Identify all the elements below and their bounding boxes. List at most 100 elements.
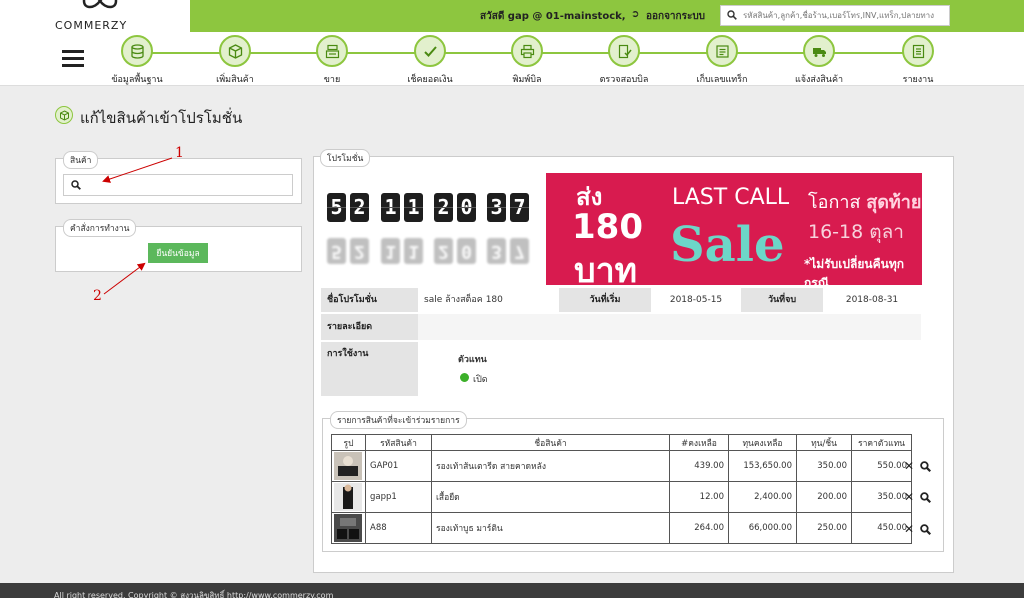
product-search-field[interactable] (63, 174, 293, 196)
countdown-digit: 3 (487, 193, 506, 222)
promo-end-label: วันที่จบ (741, 288, 823, 312)
countdown-digit: 2 (434, 193, 453, 222)
product-thumbnail (331, 450, 366, 482)
confirm-button[interactable]: ยืนยันข้อมูล (148, 243, 208, 263)
promotion-panel-legend: โปรโมชั่น (320, 149, 371, 167)
cell-name: รองเท้าส้นเตารีด สายคาดหลัง (431, 450, 670, 482)
countdown-digit-reflection: 1 (381, 238, 400, 264)
cell-rep-price: 550.00 (851, 450, 912, 482)
banner-text: โอกาส สุดท้าย (808, 192, 922, 213)
nav-item-shipping[interactable]: แจ้งส่งสินค้า (779, 32, 859, 86)
global-search-box[interactable] (720, 5, 950, 26)
greeting-text: สวัสดี gap @ 01-mainstock, (480, 11, 626, 22)
countdown-digit: 1 (404, 193, 423, 222)
cell-rep-price: 450.00 (851, 512, 912, 544)
logo-text[interactable]: COMMERZY (55, 19, 127, 32)
promo-detail-value (418, 314, 921, 340)
cell-remain: 439.00 (669, 450, 729, 482)
cell-cost-remain: 153,650.00 (728, 450, 797, 482)
nav-item-verify-bill[interactable]: ตรวจสอบบิล (584, 32, 664, 86)
countdown-digit-reflection: 2 (434, 238, 453, 264)
hamburger-menu-icon[interactable] (62, 50, 84, 67)
nav-item-sell[interactable]: ขาย (292, 32, 372, 86)
promo-start-label: วันที่เริ่ม (559, 288, 651, 312)
status-value: เปิด (473, 375, 488, 385)
countdown-digit-reflection: 7 (510, 238, 529, 264)
remove-icon[interactable]: ✕ (904, 522, 914, 536)
nav-label: เก็บเลขแทร็ก (696, 75, 748, 85)
cell-cost-unit: 350.00 (796, 450, 852, 482)
promo-name-value: sale ล้างสต็อค 180 (418, 288, 559, 312)
countdown-digit-reflection: 0 (457, 238, 476, 264)
table-header-row: รูป รหัสสินค้า ชื่อสินค้า #คงเหลือ ทุนคง… (331, 434, 912, 451)
rep-label: ตัวแทน (458, 355, 487, 365)
promo-end-value: 2018-08-31 (823, 288, 921, 312)
cash-register-icon (316, 35, 348, 67)
col-cost-remain: ทุนคงเหลือ (728, 434, 797, 451)
cell-code: GAP01 (365, 450, 432, 482)
promo-name-label: ชื่อโปรโมชั่น (321, 288, 418, 312)
status-dot-icon (460, 373, 469, 382)
cell-name: รองเท้าบูธ มาร์ติน (431, 512, 670, 544)
cell-cost-remain: 66,000.00 (728, 512, 797, 544)
countdown-digit: 2 (350, 193, 369, 222)
product-panel-legend: สินค้า (63, 151, 99, 169)
banner-text: LAST CALL (672, 185, 790, 210)
col-image: รูป (331, 434, 366, 451)
nav-label: ข้อมูลพื้นฐาน (111, 75, 163, 85)
nav-item-report[interactable]: รายงาน (878, 32, 958, 86)
cell-rep-price: 350.00 (851, 481, 912, 513)
page-title: แก้ไขสินค้าเข้าโปรโมชั่น (80, 109, 243, 127)
infinity-logo-icon[interactable] (78, 0, 122, 10)
nav-label: รายงาน (902, 75, 934, 85)
search-icon[interactable] (920, 492, 931, 503)
cell-cost-remain: 2,400.00 (728, 481, 797, 513)
col-remain: #คงเหลือ (669, 434, 729, 451)
col-name: ชื่อสินค้า (431, 434, 670, 451)
global-search-input[interactable] (743, 8, 947, 23)
report-icon (902, 35, 934, 67)
banner-text: 180 (572, 207, 643, 247)
promo-items-legend: รายการสินค้าที่จะเข้าร่วมรายการ (330, 411, 467, 429)
countdown-digit-reflection: 2 (350, 238, 369, 264)
nav-label: เพิ่มสินค้า (216, 75, 254, 85)
remove-icon[interactable]: ✕ (904, 490, 914, 504)
table-row: gapp1 เสื้อยืด 12.00 2,400.00 200.00 350… (331, 481, 912, 513)
countdown-digit-reflection: 1 (404, 238, 423, 264)
logo-area: COMMERZY (0, 0, 190, 32)
nav-item-print-bill[interactable]: พิมพ์บิล (487, 32, 567, 86)
nav-item-basic-data[interactable]: ข้อมูลพื้นฐาน (97, 32, 177, 86)
verify-bill-icon (608, 35, 640, 67)
logout-icon[interactable]: ➲ (631, 9, 639, 20)
promo-items-table: รูป รหัสสินค้า ชื่อสินค้า #คงเหลือ ทุนคง… (331, 434, 912, 544)
search-icon[interactable] (920, 461, 931, 472)
nav-item-check-balance[interactable]: เช็คยอดเงิน (390, 32, 470, 86)
cell-remain: 264.00 (669, 512, 729, 544)
box-icon (55, 106, 73, 124)
promotion-banner-image: ส่ง 180 บาท LAST CALL Sale โอกาส สุดท้าย… (546, 173, 922, 285)
annotation-number: 2 (93, 288, 102, 304)
countdown-digit: 0 (457, 193, 476, 222)
main-nav: ข้อมูลพื้นฐาน เพิ่มสินค้า ขาย เช็คยอดเงิ… (0, 32, 1024, 86)
box-icon (219, 35, 251, 67)
nav-item-add-product[interactable]: เพิ่มสินค้า (195, 32, 275, 86)
annotation-number: 1 (175, 145, 184, 161)
nav-label: พิมพ์บิล (512, 75, 542, 85)
product-thumbnail (331, 481, 366, 513)
nav-item-tracking[interactable]: เก็บเลขแทร็ก (682, 32, 762, 86)
top-bar: COMMERZY สวัสดี gap @ 01-mainstock, ➲ ออ… (0, 0, 1024, 32)
col-code: รหัสสินค้า (365, 434, 432, 451)
remove-icon[interactable]: ✕ (904, 459, 914, 473)
nav-label: ตรวจสอบบิล (599, 75, 649, 85)
col-rep-price: ราคาตัวแทน (851, 434, 912, 451)
promo-usage-label: การใช้งาน (321, 342, 418, 396)
footer-copyright: All right reserved. Copyright © สงวนลิขส… (0, 583, 1024, 598)
cell-name: เสื้อยืด (431, 481, 670, 513)
banner-text: บาท (574, 251, 638, 285)
table-row: GAP01 รองเท้าส้นเตารีด สายคาดหลัง 439.00… (331, 450, 912, 482)
col-cost-unit: ทุน/ชิ้น (796, 434, 852, 451)
search-icon (71, 180, 81, 190)
logout-link[interactable]: ออกจากระบบ (646, 9, 705, 24)
search-icon[interactable] (920, 524, 931, 535)
cell-code: gapp1 (365, 481, 432, 513)
